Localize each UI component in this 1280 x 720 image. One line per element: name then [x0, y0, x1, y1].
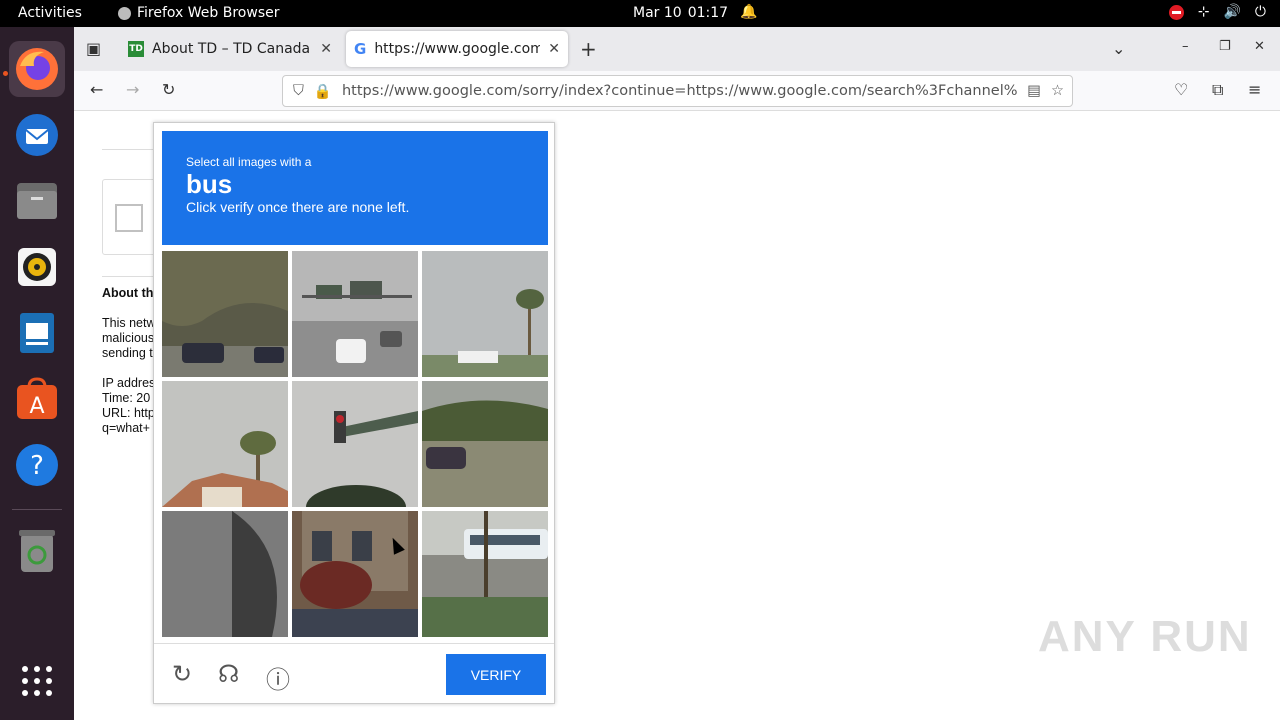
- close-tab-icon[interactable]: ✕: [548, 41, 560, 57]
- reader-view-icon[interactable]: ▤: [1027, 83, 1041, 99]
- pocket-icon[interactable]: ♡: [1174, 80, 1188, 99]
- clock-date: Mar 10: [633, 5, 682, 21]
- menu-hamburger-icon[interactable]: ≡: [1248, 80, 1261, 99]
- captcha-tile[interactable]: [422, 381, 548, 507]
- new-tab-icon[interactable]: +: [580, 37, 597, 61]
- app-center-icon[interactable]: A: [9, 371, 65, 427]
- system-top-bar: Activities Firefox Web Browser Mar 10 01…: [0, 0, 1280, 27]
- back-icon[interactable]: ←: [90, 80, 103, 99]
- recaptcha-challenge: Select all images with a bus Click verif…: [153, 122, 555, 704]
- notification-bell-icon[interactable]: 🔔: [740, 4, 757, 20]
- running-indicator: [3, 71, 8, 76]
- challenge-footer: ↻ ☊ ⓘ VERIFY: [154, 643, 554, 703]
- info-icon[interactable]: ⓘ: [266, 660, 290, 695]
- audio-challenge-icon[interactable]: ☊: [218, 660, 239, 688]
- firefox-small-icon: [118, 6, 131, 20]
- firefox-icon[interactable]: [9, 41, 65, 97]
- help-icon[interactable]: ?: [9, 437, 65, 493]
- dock-separator: [12, 509, 62, 510]
- volume-icon: 🔊: [1223, 4, 1241, 20]
- tab-title: https://www.google.com/: [374, 41, 541, 57]
- url-line: URL: http: [102, 406, 155, 420]
- tab-title: About TD – TD Canada Tr: [152, 41, 313, 57]
- about-heading: About th: [102, 286, 154, 300]
- close-window-icon[interactable]: ✕: [1254, 39, 1265, 54]
- do-not-disturb-icon: [1168, 4, 1184, 20]
- captcha-tile[interactable]: [162, 381, 288, 507]
- reload-challenge-icon[interactable]: ↻: [172, 660, 192, 688]
- verify-button[interactable]: VERIFY: [446, 654, 546, 695]
- libreoffice-impress-icon[interactable]: [9, 305, 65, 361]
- bookmark-star-icon[interactable]: ☆: [1051, 83, 1064, 99]
- para-line: sending t: [102, 346, 153, 360]
- q-line: q=what+: [102, 421, 150, 435]
- dock: A ?: [0, 27, 74, 720]
- tab-overview-icon[interactable]: ▣: [86, 39, 101, 58]
- power-icon: ⏻: [1254, 4, 1266, 20]
- svg-text:A: A: [29, 394, 44, 419]
- tab-strip: ▣ TD About TD – TD Canada Tr ✕ G https:/…: [74, 27, 1280, 71]
- nav-bar: ← → ↻ ⛉ 🔒 https://www.google.com/sorry/i…: [74, 71, 1280, 111]
- forward-icon[interactable]: →: [126, 80, 139, 99]
- captcha-tile[interactable]: [292, 381, 418, 507]
- svg-text:?: ?: [30, 451, 44, 481]
- rhythmbox-icon[interactable]: [9, 239, 65, 295]
- thunderbird-icon[interactable]: [9, 107, 65, 163]
- captcha-tile[interactable]: [422, 251, 548, 377]
- google-icon: G: [354, 40, 367, 58]
- app-name-label: Firefox Web Browser: [137, 5, 280, 21]
- time-line: Time: 20: [102, 391, 151, 405]
- prompt-target: bus: [186, 169, 233, 199]
- lock-icon[interactable]: 🔒: [314, 83, 332, 100]
- recaptcha-checkbox[interactable]: [115, 204, 143, 232]
- clock[interactable]: Mar 10 01:17: [633, 5, 728, 21]
- tab-td-canada[interactable]: TD About TD – TD Canada Tr ✕: [120, 31, 340, 67]
- clock-time: 01:17: [687, 5, 729, 21]
- url-text[interactable]: https://www.google.com/sorry/index?conti…: [342, 83, 1017, 99]
- tab-google[interactable]: G https://www.google.com/ ✕: [346, 31, 568, 67]
- image-grid: [162, 251, 548, 637]
- app-menu[interactable]: Firefox Web Browser: [118, 5, 280, 21]
- list-tabs-chevron-icon[interactable]: ⌄: [1112, 39, 1125, 58]
- files-icon[interactable]: [9, 173, 65, 229]
- anyrun-watermark: ANY RUN: [1038, 612, 1252, 661]
- challenge-header: Select all images with a bus Click verif…: [162, 131, 548, 245]
- prompt-instruction: Click verify once there are none left.: [186, 199, 410, 215]
- captcha-tile[interactable]: [292, 511, 418, 637]
- activities-button[interactable]: Activities: [18, 5, 82, 21]
- captcha-tile[interactable]: [162, 251, 288, 377]
- trash-icon[interactable]: [9, 523, 65, 579]
- close-tab-icon[interactable]: ✕: [320, 41, 332, 57]
- network-icon: ⊹: [1197, 4, 1210, 20]
- extensions-icon[interactable]: ⧉: [1212, 80, 1223, 100]
- prompt-small: Select all images with a: [186, 155, 312, 169]
- restore-icon[interactable]: ❐: [1219, 39, 1231, 54]
- captcha-tile[interactable]: [162, 511, 288, 637]
- show-apps-icon[interactable]: [9, 653, 65, 709]
- ip-line: IP addres: [102, 376, 156, 390]
- reload-icon[interactable]: ↻: [162, 80, 175, 99]
- captcha-tile[interactable]: [422, 511, 548, 637]
- minimize-icon[interactable]: –: [1182, 39, 1189, 54]
- url-bar[interactable]: ⛉ 🔒 https://www.google.com/sorry/index?c…: [282, 75, 1073, 107]
- para-line: malicious: [102, 331, 155, 345]
- td-icon: TD: [128, 41, 144, 57]
- system-tray[interactable]: ⊹ 🔊 ⏻: [1168, 4, 1266, 20]
- shield-icon[interactable]: ⛉: [293, 83, 304, 99]
- captcha-tile[interactable]: [292, 251, 418, 377]
- para-line: This netw: [102, 316, 156, 330]
